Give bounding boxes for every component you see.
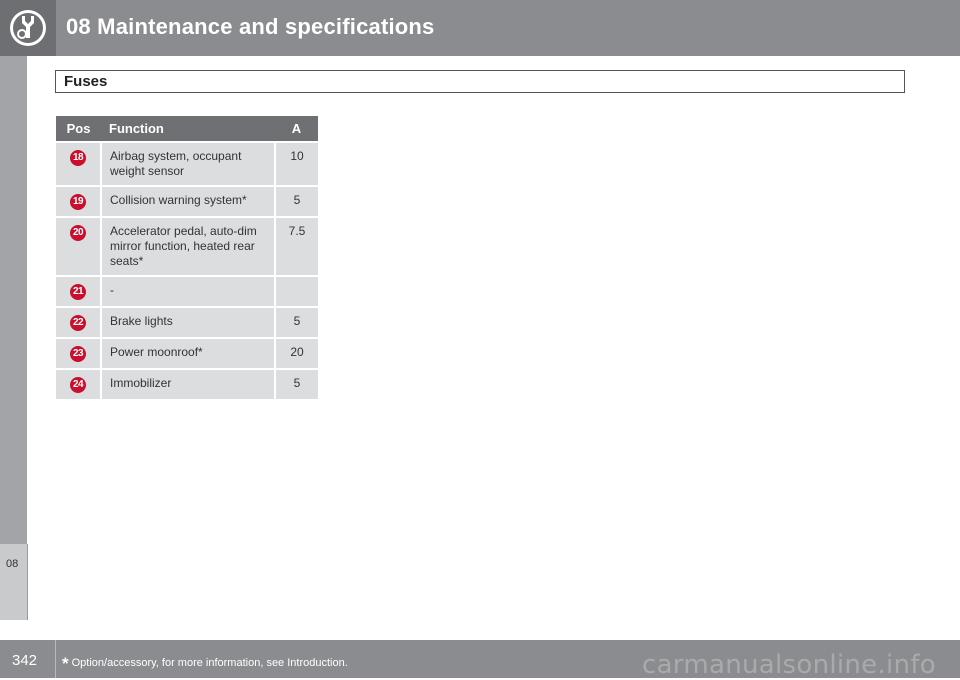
fuse-amperage: 20	[274, 337, 318, 369]
fuse-function: Airbag system, occupant weight sensor	[100, 141, 275, 186]
table-row: 18 Airbag system, occupant weight sensor…	[56, 141, 318, 186]
fuse-position-badge: 20	[70, 225, 86, 241]
column-header-function: Function	[101, 116, 275, 142]
fuse-function: Collision warning system*	[100, 185, 275, 217]
table-row: 21 -	[56, 275, 318, 307]
page-number: 342	[12, 652, 38, 669]
footnote-star: *	[62, 654, 69, 673]
table-row: 19 Collision warning system* 5	[56, 185, 318, 217]
fuse-amperage: 10	[274, 141, 318, 186]
chapter-title: 08 Maintenance and specifications	[66, 14, 435, 39]
section-title: Fuses	[64, 73, 108, 90]
footer-divider	[55, 640, 56, 678]
column-header-pos: Pos	[56, 116, 101, 142]
table-row: 24 Immobilizer 5	[56, 368, 318, 399]
fuse-function: Immobilizer	[100, 368, 275, 399]
fuse-function: -	[100, 275, 275, 307]
table-row: 23 Power moonroof* 20	[56, 337, 318, 369]
table-header-row: Pos Function A	[56, 116, 318, 142]
side-strip	[0, 56, 27, 620]
chapter-side-tab[interactable]: 08	[0, 544, 28, 620]
column-header-amperage: A	[275, 116, 318, 142]
fuse-amperage: 7.5	[274, 216, 318, 276]
fuse-amperage: 5	[274, 306, 318, 338]
table-row: 20 Accelerator pedal, auto-dim mirror fu…	[56, 216, 318, 276]
page-number-box: 342	[0, 640, 55, 678]
fuse-function: Brake lights	[100, 306, 275, 338]
section-title-bar: Fuses	[55, 70, 905, 93]
fuse-position-badge: 19	[70, 194, 86, 210]
fuse-position-badge: 23	[70, 346, 86, 362]
fuse-table: Pos Function A 18 Airbag system, occupan…	[56, 116, 318, 399]
fuse-function: Power moonroof*	[100, 337, 275, 369]
fuse-amperage: 5	[274, 185, 318, 217]
fuse-amperage: 5	[274, 368, 318, 399]
table-row: 22 Brake lights 5	[56, 306, 318, 338]
fuse-position-badge: 18	[70, 150, 86, 166]
fuse-function: Accelerator pedal, auto-dim mirror funct…	[100, 216, 275, 276]
chapter-header: 08 Maintenance and specifications	[0, 0, 960, 56]
chapter-side-tab-label: 08	[6, 558, 19, 570]
wrench-gear-icon	[10, 10, 46, 46]
fuse-position-badge: 21	[70, 284, 86, 300]
footer-note: * Option/accessory, for more information,…	[62, 654, 348, 674]
footnote-text: Option/accessory, for more information, …	[71, 657, 348, 669]
fuse-position-badge: 24	[70, 377, 86, 393]
watermark: carmanualsonline.info	[641, 650, 936, 680]
fuse-amperage	[274, 275, 318, 307]
fuse-position-badge: 22	[70, 315, 86, 331]
chapter-icon-box	[0, 0, 56, 56]
